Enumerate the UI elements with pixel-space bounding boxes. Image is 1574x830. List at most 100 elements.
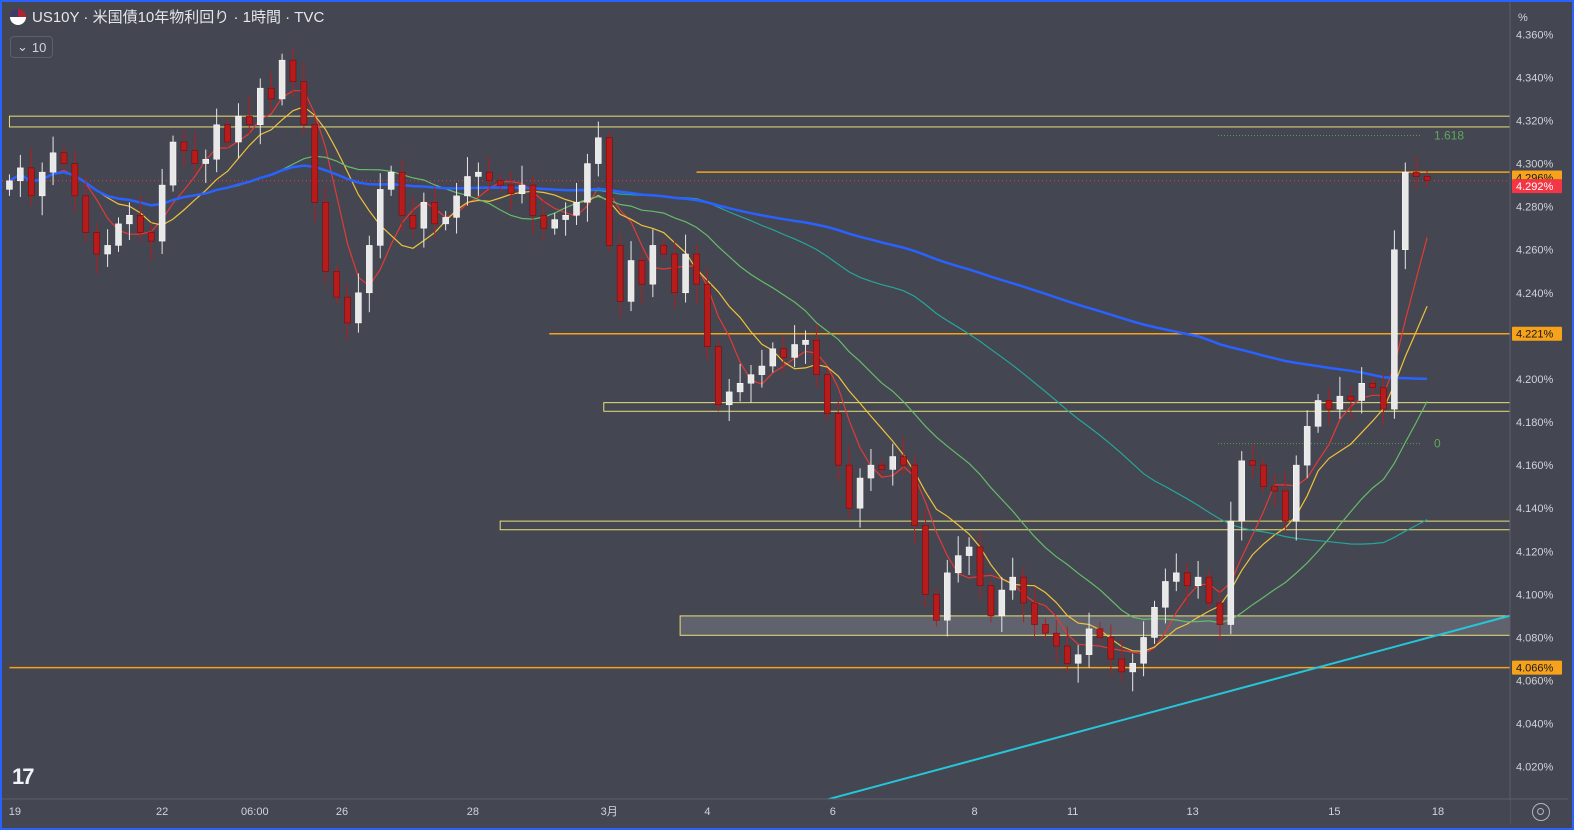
candle-body[interactable] — [486, 171, 493, 182]
candle-body[interactable] — [355, 292, 362, 324]
candle-body[interactable] — [1293, 464, 1300, 522]
candle-body[interactable] — [529, 184, 537, 216]
candle-body[interactable] — [246, 115, 253, 126]
candle-body[interactable] — [725, 391, 733, 406]
candle-body[interactable] — [1085, 628, 1093, 655]
candle-body[interactable] — [1314, 400, 1322, 427]
candle-body[interactable] — [1173, 572, 1180, 582]
candle-body[interactable] — [1238, 460, 1245, 522]
candle-body[interactable] — [398, 171, 406, 216]
candle-body[interactable] — [1271, 486, 1278, 492]
candle-body[interactable] — [944, 572, 951, 621]
candle-body[interactable] — [1009, 576, 1016, 591]
candle-body[interactable] — [933, 594, 940, 621]
candle-body[interactable] — [1249, 460, 1256, 466]
candle-body[interactable] — [344, 296, 351, 324]
candle-body[interactable] — [1063, 645, 1071, 664]
candle-body[interactable] — [1151, 607, 1158, 638]
candle-body[interactable] — [1282, 490, 1289, 522]
candle-body[interactable] — [1260, 464, 1267, 487]
candle-body[interactable] — [649, 245, 657, 285]
candle-body[interactable] — [1412, 171, 1420, 177]
candle-body[interactable] — [824, 374, 831, 414]
symbol-title[interactable]: US10Y · 米国債10年物利回り · 1時間 · TVC — [32, 6, 324, 27]
candle-body[interactable] — [366, 245, 373, 294]
candle-body[interactable] — [1183, 572, 1191, 586]
candle-body[interactable] — [878, 464, 886, 470]
candle-body[interactable] — [1423, 176, 1431, 182]
settings-gear-icon[interactable] — [1532, 803, 1550, 821]
candle-body[interactable] — [954, 555, 962, 574]
candle-body[interactable] — [867, 464, 875, 479]
candle-body[interactable] — [224, 124, 231, 143]
candle-body[interactable] — [1031, 602, 1038, 625]
candle-body[interactable] — [595, 137, 602, 164]
candle-body[interactable] — [475, 171, 482, 177]
candle-body[interactable] — [791, 344, 798, 358]
candle-body[interactable] — [987, 585, 995, 617]
candle-body[interactable] — [605, 137, 613, 246]
candle-body[interactable] — [627, 260, 635, 302]
candle-body[interactable] — [60, 152, 68, 164]
candle-body[interactable] — [300, 81, 308, 126]
candle-body[interactable] — [922, 525, 929, 595]
candle-body[interactable] — [693, 253, 700, 285]
candle-body[interactable] — [104, 245, 111, 255]
plot-area[interactable] — [2, 2, 1510, 799]
candle-body[interactable] — [1074, 654, 1082, 664]
candle-body[interactable] — [780, 348, 787, 358]
candle-body[interactable] — [998, 589, 1006, 617]
tradingview-logo-icon[interactable]: 17 — [12, 764, 35, 790]
candle-body[interactable] — [115, 223, 122, 246]
candle-body[interactable] — [900, 456, 907, 466]
candle-body[interactable] — [1380, 387, 1387, 410]
candle-body[interactable] — [147, 232, 155, 242]
candle-body[interactable] — [1096, 628, 1104, 638]
candle-body[interactable] — [1107, 637, 1115, 660]
candle-body[interactable] — [1358, 383, 1365, 401]
candle-body[interactable] — [333, 271, 340, 298]
candle-body[interactable] — [845, 464, 853, 509]
candle-body[interactable] — [235, 115, 242, 143]
candle-body[interactable] — [169, 141, 177, 186]
candle-body[interactable] — [518, 184, 526, 194]
candle-body[interactable] — [1194, 576, 1202, 586]
candle-body[interactable] — [180, 141, 188, 151]
candle-body[interactable] — [911, 464, 918, 526]
candle-body[interactable] — [813, 339, 820, 375]
candle-body[interactable] — [420, 202, 428, 229]
candle-body[interactable] — [191, 150, 199, 164]
candle-body[interactable] — [202, 158, 209, 164]
candle-body[interactable] — [1325, 400, 1333, 410]
candle-body[interactable] — [464, 176, 471, 197]
price-chart[interactable]: 1.618 0 4.360% 4.340% 4.320% 4.300% 4.280% 4.26… — [2, 2, 1568, 824]
candle-body[interactable] — [158, 184, 166, 242]
candle-body[interactable] — [1140, 637, 1147, 664]
candle-body[interactable] — [1336, 395, 1344, 410]
candle-body[interactable] — [1053, 632, 1060, 647]
candle-body[interactable] — [856, 477, 864, 509]
candle-body[interactable] — [704, 283, 711, 347]
candle-body[interactable] — [682, 253, 689, 294]
candle-body[interactable] — [1020, 576, 1027, 604]
candle-body[interactable] — [137, 215, 144, 233]
candle-body[interactable] — [802, 339, 809, 345]
candle-body[interactable] — [889, 456, 897, 470]
candle-body[interactable] — [213, 124, 220, 160]
candle-body[interactable] — [311, 124, 319, 203]
candle-body[interactable] — [6, 180, 13, 190]
candle-body[interactable] — [28, 167, 35, 197]
candle-body[interactable] — [976, 546, 984, 586]
candle-body[interactable] — [289, 59, 297, 82]
candle-body[interactable] — [1347, 395, 1355, 401]
candle-body[interactable] — [638, 260, 646, 285]
candle-body[interactable] — [1402, 171, 1409, 250]
candle-body[interactable] — [1303, 426, 1311, 466]
candle-body[interactable] — [82, 195, 90, 233]
candle-body[interactable] — [1391, 249, 1398, 410]
candle-body[interactable] — [1205, 576, 1213, 604]
candle-body[interactable] — [17, 167, 24, 182]
candle-body[interactable] — [496, 180, 504, 186]
candle-body[interactable] — [562, 215, 569, 220]
candle-body[interactable] — [507, 184, 515, 194]
